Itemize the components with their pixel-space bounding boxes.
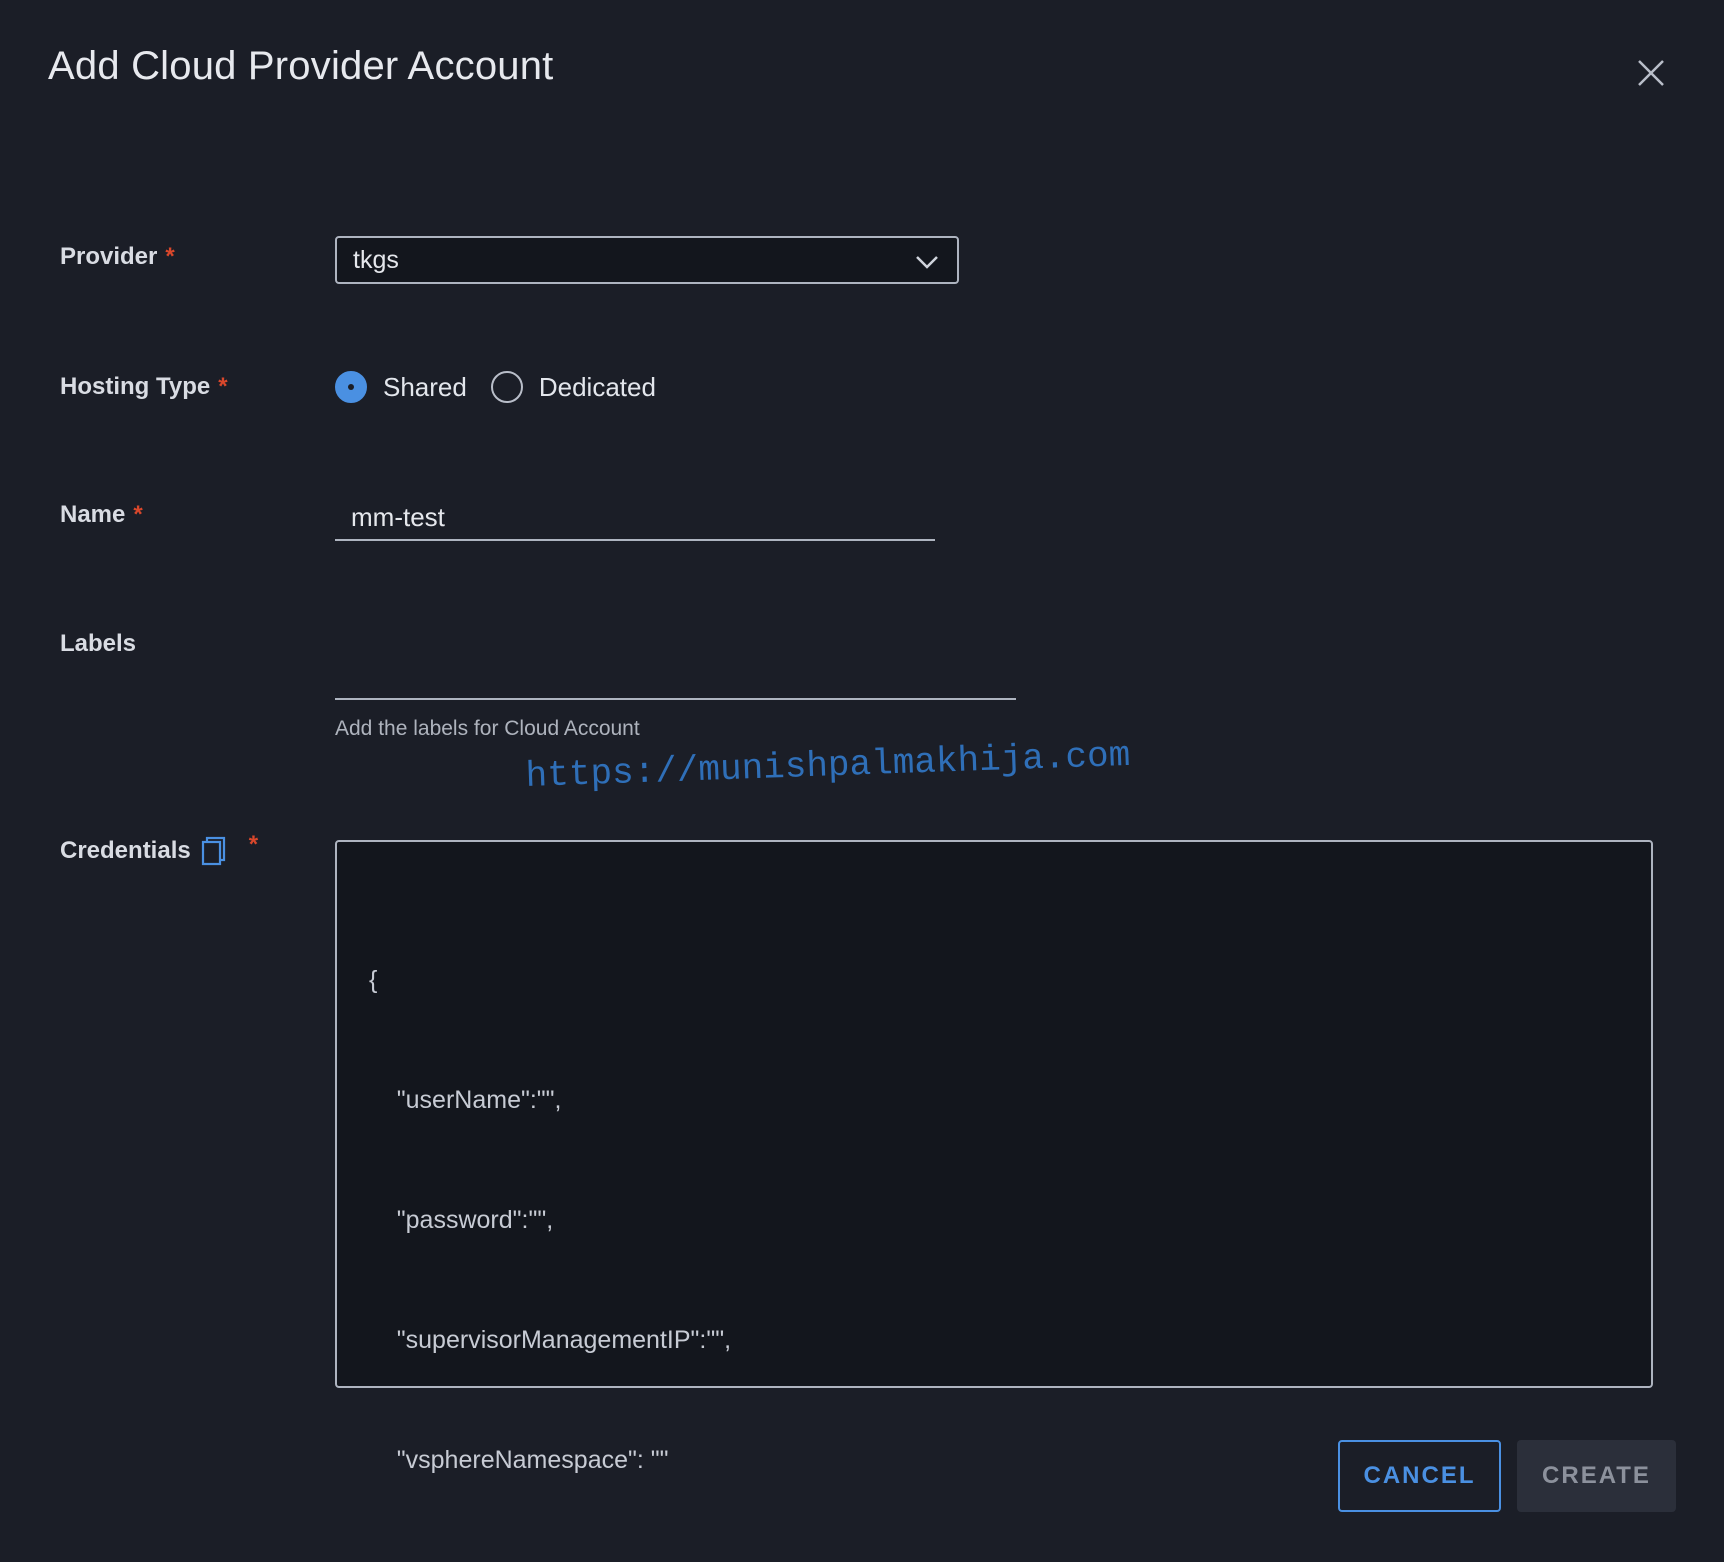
credentials-line: "password":"",: [369, 1206, 554, 1234]
hosting-type-label: Hosting Type *: [60, 373, 228, 401]
credentials-line: "userName":"",: [369, 1086, 562, 1114]
name-label-text: Name: [60, 501, 126, 528]
create-button[interactable]: CREATE: [1517, 1440, 1676, 1512]
required-marker: *: [133, 501, 143, 528]
credentials-textarea[interactable]: { "userName":"", "password":"", "supervi…: [335, 840, 1653, 1474]
watermark-url: https://munishpalmakhija.com: [525, 734, 1131, 797]
required-marker: *: [218, 373, 228, 400]
hosting-type-radio-group: Shared Dedicated: [335, 371, 680, 403]
required-marker: *: [165, 243, 175, 270]
labels-helper-text: Add the labels for Cloud Account: [335, 717, 640, 740]
hosting-type-label-text: Hosting Type: [60, 373, 211, 400]
radio-shared-button[interactable]: [335, 371, 367, 403]
provider-select-value: tkgs: [353, 245, 399, 274]
required-marker: *: [248, 831, 259, 858]
close-button[interactable]: [1628, 50, 1674, 96]
provider-label: Provider *: [60, 243, 175, 271]
radio-dedicated-button[interactable]: [490, 371, 523, 403]
credentials-label-text: Credentials: [60, 837, 191, 864]
radio-dedicated-label: Dedicated: [538, 371, 656, 402]
credentials-line: "supervisorManagementIP":"",: [369, 1326, 732, 1354]
radio-dedicated[interactable]: Dedicated: [490, 371, 656, 403]
copy-icon[interactable]: [201, 836, 227, 866]
chevron-down-icon: [916, 256, 938, 269]
dialog-title: Add Cloud Provider Account: [48, 44, 554, 88]
labels-label: Labels: [60, 630, 136, 658]
labels-label-text: Labels: [60, 630, 137, 657]
radio-shared[interactable]: Shared: [335, 371, 467, 403]
provider-select[interactable]: tkgs: [335, 236, 959, 284]
name-label: Name *: [60, 501, 143, 529]
add-cloud-provider-dialog: Add Cloud Provider Account Provider * tk…: [0, 0, 1724, 1562]
provider-label-text: Provider: [60, 243, 158, 270]
name-input[interactable]: [335, 495, 935, 541]
credentials-line: {: [369, 966, 378, 994]
labels-input[interactable]: [335, 652, 1016, 700]
close-icon: [1638, 60, 1664, 86]
credentials-label: Credentials *: [60, 831, 258, 866]
cancel-button[interactable]: CANCEL: [1338, 1440, 1501, 1512]
radio-shared-label: Shared: [383, 371, 467, 402]
